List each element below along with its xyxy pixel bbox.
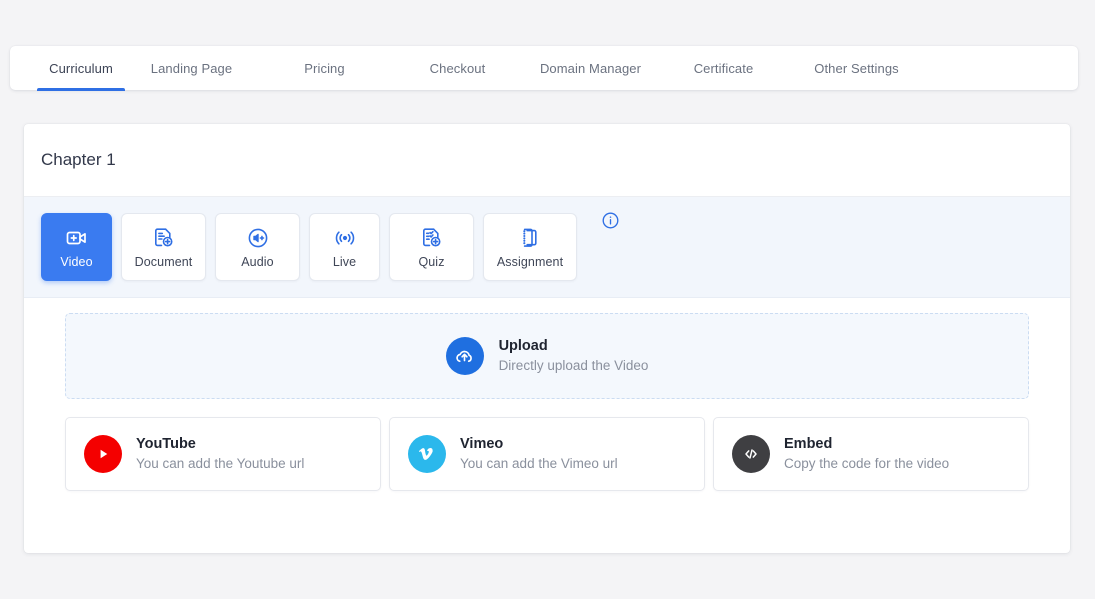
source-card-youtube[interactable]: YouTube You can add the Youtube url	[65, 417, 381, 491]
source-subtitle: Copy the code for the video	[784, 455, 949, 473]
tab-checkout[interactable]: Checkout	[391, 46, 524, 90]
tab-label: Pricing	[304, 61, 344, 76]
tab-label: Landing Page	[151, 61, 232, 76]
source-subtitle: You can add the Youtube url	[136, 455, 304, 473]
source-title: Vimeo	[460, 435, 618, 455]
video-sources-body: Upload Directly upload the Video YouTube…	[24, 298, 1070, 491]
content-type-label: Live	[333, 255, 356, 269]
info-circle-icon[interactable]	[601, 211, 620, 230]
content-type-label: Document	[135, 255, 193, 269]
chapter-header: Chapter 1	[24, 124, 1070, 197]
youtube-play-icon	[84, 435, 122, 473]
document-plus-icon	[152, 226, 176, 250]
tab-label: Domain Manager	[540, 61, 641, 76]
content-type-document[interactable]: Document	[121, 213, 206, 281]
content-type-live[interactable]: Live	[309, 213, 380, 281]
quiz-checklist-plus-icon	[420, 226, 444, 250]
content-type-label: Video	[60, 255, 92, 269]
tab-bar: Curriculum Landing Page Pricing Checkout…	[10, 46, 1078, 90]
code-brackets-icon	[732, 435, 770, 473]
live-broadcast-icon	[333, 226, 357, 250]
cloud-upload-icon	[446, 337, 484, 375]
tab-label: Other Settings	[814, 61, 899, 76]
curriculum-panel: Chapter 1 Video	[24, 124, 1070, 553]
content-type-label: Assignment	[497, 255, 563, 269]
source-card-vimeo[interactable]: Vimeo You can add the Vimeo url	[389, 417, 705, 491]
video-camera-plus-icon	[65, 226, 89, 250]
vimeo-v-icon	[408, 435, 446, 473]
chapter-title: Chapter 1	[41, 150, 116, 170]
upload-title: Upload	[499, 337, 649, 357]
video-source-cards: YouTube You can add the Youtube url Vime…	[65, 417, 1029, 491]
source-subtitle: You can add the Vimeo url	[460, 455, 618, 473]
upload-subtitle: Directly upload the Video	[499, 357, 649, 375]
tab-other-settings[interactable]: Other Settings	[790, 46, 923, 90]
tab-label: Curriculum	[49, 61, 113, 76]
source-title: Embed	[784, 435, 949, 455]
content-type-label: Quiz	[418, 255, 444, 269]
tab-domain-manager[interactable]: Domain Manager	[524, 46, 657, 90]
upload-dropzone[interactable]: Upload Directly upload the Video	[65, 313, 1029, 399]
content-type-video[interactable]: Video	[41, 213, 112, 281]
tab-label: Checkout	[430, 61, 486, 76]
tab-certificate[interactable]: Certificate	[657, 46, 790, 90]
content-type-assignment[interactable]: Assignment	[483, 213, 577, 281]
tab-curriculum[interactable]: Curriculum	[37, 46, 125, 90]
tab-landing-page[interactable]: Landing Page	[125, 46, 258, 90]
assignment-pages-icon	[518, 226, 542, 250]
tab-label: Certificate	[694, 61, 754, 76]
audio-speaker-plus-icon	[246, 226, 270, 250]
content-type-label: Audio	[241, 255, 273, 269]
content-type-quiz[interactable]: Quiz	[389, 213, 474, 281]
tab-pricing[interactable]: Pricing	[258, 46, 391, 90]
content-type-audio[interactable]: Audio	[215, 213, 300, 281]
content-type-selector: Video Document	[24, 197, 1070, 298]
source-card-embed[interactable]: Embed Copy the code for the video	[713, 417, 1029, 491]
source-title: YouTube	[136, 435, 304, 455]
